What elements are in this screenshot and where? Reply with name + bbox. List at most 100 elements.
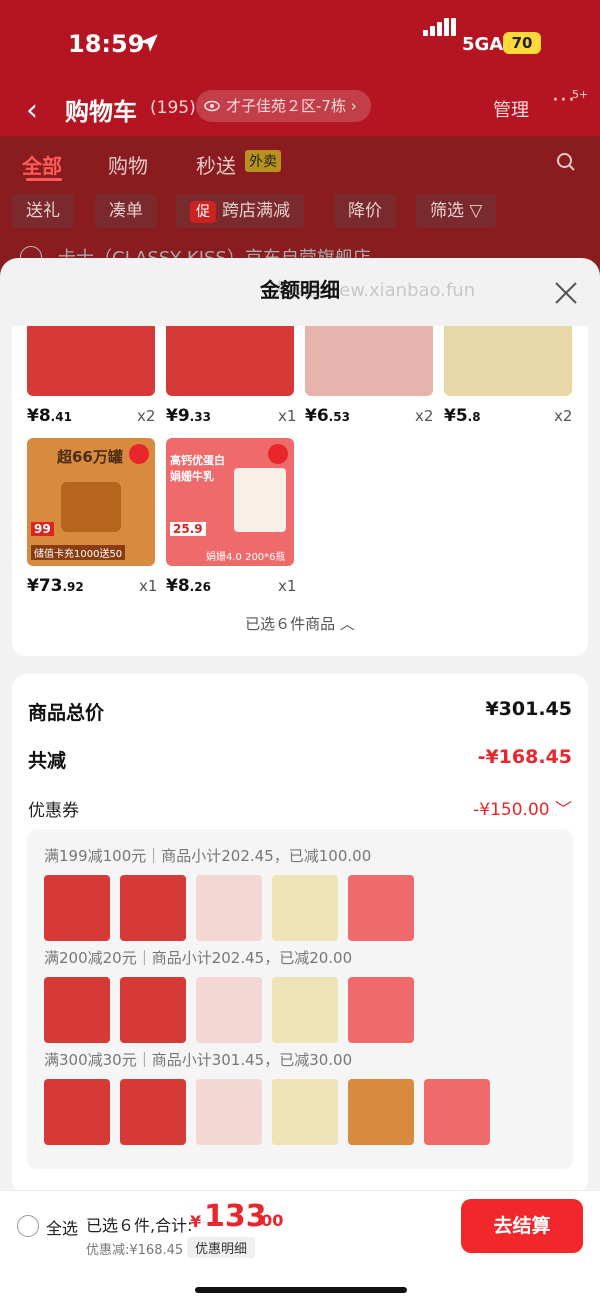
- manage-button[interactable]: 管理: [493, 96, 529, 122]
- checkout-button[interactable]: 去结算: [461, 1199, 583, 1253]
- item-price: ¥8.26: [166, 576, 211, 596]
- coupon-detail-box: 满199减100元｜商品小计202.45，已减100.00 满200减20元｜商…: [27, 829, 573, 1169]
- rule-product-thumbnail: [424, 1079, 490, 1145]
- product-headline: 高钙优蛋白 娟姗牛乳: [170, 454, 225, 483]
- item-quantity: x1: [278, 577, 297, 595]
- select-all-radio[interactable]: [17, 1215, 39, 1237]
- total-currency: ¥: [190, 1212, 202, 1231]
- rule-product-thumbnail: [44, 977, 110, 1043]
- rule-product-thumbnail: [44, 875, 110, 941]
- rule-product-thumbnail: [272, 875, 338, 941]
- message-badge: 5+: [572, 88, 589, 101]
- active-tab-indicator: [26, 178, 62, 181]
- rule-product-thumbnail: [348, 977, 414, 1043]
- rule-product-thumbnail: [348, 1079, 414, 1145]
- product-can-image: [61, 482, 121, 532]
- total-price-label: 商品总价: [28, 702, 105, 724]
- item-quantity: x2: [554, 407, 573, 425]
- rule-product-thumbnail: [348, 875, 414, 941]
- filter-gift[interactable]: 送礼: [12, 194, 74, 228]
- product-thumbnail[interactable]: [444, 326, 572, 396]
- rule-product-thumbnail: [120, 1079, 186, 1145]
- product-thumbnail[interactable]: [305, 326, 433, 396]
- product-thumbnail[interactable]: [166, 326, 294, 396]
- status-bar: 18:59 5GA 70: [0, 0, 600, 88]
- page-title: 购物车: [65, 98, 137, 126]
- total-price-value: ¥301.45: [485, 698, 572, 720]
- product-thumbnail[interactable]: [27, 326, 155, 396]
- selected-items-card: ¥8.41 x2 ¥9.33 x1 ¥6.53 x2 ¥5.8 x2 超66万罐…: [12, 326, 588, 656]
- filter-bundle[interactable]: 凑单: [95, 194, 157, 228]
- discount-summary: 优惠减:¥168.45: [86, 1243, 184, 1258]
- rule-product-thumbnail: [196, 977, 262, 1043]
- chevron-right-icon: ›: [350, 97, 357, 115]
- price-summary-card: 商品总价 ¥301.45 共减 -¥168.45 优惠券 -¥150.00 ﹀ …: [12, 674, 588, 1194]
- selected-items-toggle[interactable]: 已选６件商品 ︿: [12, 613, 588, 634]
- selected-check-icon[interactable]: [129, 444, 149, 464]
- location-arrow-icon: [140, 34, 158, 52]
- chevron-down-icon: ﹀: [549, 800, 572, 820]
- item-price: ¥5.8: [444, 406, 481, 426]
- select-all-label[interactable]: 全选: [46, 1215, 78, 1239]
- total-discount-value: -¥168.45: [477, 746, 572, 768]
- filter-price-drop[interactable]: 降价: [334, 194, 396, 228]
- network-type: 5GA: [462, 34, 504, 55]
- product-thumbnail[interactable]: 超66万罐 储值卡充1000送50 99: [27, 438, 155, 566]
- coupon-rule: 满199减100元｜商品小计202.45，已减100.00: [44, 847, 372, 865]
- filter-cross-store-label: 跨店满减: [222, 201, 290, 221]
- tab-shopping[interactable]: 购物: [108, 150, 148, 179]
- total-amount-decimal: .00: [255, 1211, 284, 1230]
- filter-screen-label: 筛选: [430, 201, 464, 221]
- coupon-label: 优惠券: [28, 801, 79, 821]
- product-headline: 超66万罐: [57, 448, 123, 466]
- address-text: 才子佳苑２区-7栋: [226, 97, 346, 115]
- sheet-title: 金额明细: [260, 278, 340, 302]
- home-indicator: [195, 1287, 407, 1293]
- item-quantity: x2: [137, 407, 156, 425]
- rule-product-thumbnail: [272, 1079, 338, 1145]
- selected-summary: 已选６件,合计:: [86, 1216, 193, 1235]
- checkout-bar: 全选 已选６件,合计: ¥ 133 .00 优惠减:¥168.45 优惠明细 去…: [0, 1190, 600, 1304]
- item-quantity: x2: [415, 407, 434, 425]
- item-price: ¥6.53: [305, 406, 350, 426]
- search-icon[interactable]: [556, 152, 576, 172]
- rule-product-thumbnail: [196, 875, 262, 941]
- selected-items-count: 已选６件商品: [245, 615, 336, 633]
- product-bottle-image: [234, 468, 286, 532]
- product-promo: 娟姗4.0 200*6瓶: [206, 552, 286, 563]
- item-price: ¥73.92: [27, 576, 84, 596]
- coupon-rule: 满300减30元｜商品小计301.45，已减30.00: [44, 1051, 353, 1069]
- status-time: 18:59: [68, 30, 145, 58]
- rule-product-thumbnail: [272, 977, 338, 1043]
- takeout-badge: 外卖: [245, 150, 281, 172]
- item-quantity: x1: [139, 577, 158, 595]
- discount-detail-button[interactable]: 优惠明细: [187, 1237, 256, 1258]
- eye-icon: [204, 100, 220, 112]
- rule-product-thumbnail: [44, 1079, 110, 1145]
- address-selector[interactable]: 才子佳苑２区-7栋 ›: [196, 90, 371, 122]
- battery-level: 70: [503, 32, 541, 54]
- item-quantity: x1: [278, 407, 297, 425]
- chevron-up-icon: ︿: [339, 615, 355, 633]
- total-discount-label: 共减: [28, 750, 67, 772]
- close-icon[interactable]: [553, 280, 579, 306]
- filter-screen[interactable]: 筛选 ▽: [416, 194, 497, 228]
- rule-product-thumbnail: [120, 977, 186, 1043]
- product-promo: 储值卡充1000送50: [31, 545, 126, 560]
- cart-count: (195): [150, 98, 196, 118]
- amount-detail-sheet: 线报酷 new.xianbao.fun 金额明细 ¥8.41 x2 ¥9.33 …: [0, 258, 600, 1303]
- filter-cross-store[interactable]: 促跨店满减: [176, 194, 304, 228]
- tab-all[interactable]: 全部: [22, 150, 62, 179]
- product-price-tag: 99: [31, 522, 54, 536]
- selected-check-icon[interactable]: [268, 444, 288, 464]
- rule-product-thumbnail: [120, 875, 186, 941]
- promo-badge: 促: [190, 201, 216, 223]
- coupon-rule: 满200减20元｜商品小计202.45，已减20.00: [44, 949, 353, 967]
- item-price: ¥8.41: [27, 406, 72, 426]
- coupon-value[interactable]: -¥150.00 ﹀: [473, 795, 572, 820]
- funnel-icon: ▽: [469, 201, 483, 221]
- back-icon[interactable]: ‹: [26, 93, 38, 128]
- product-thumbnail[interactable]: 高钙优蛋白 娟姗牛乳 25.9 娟姗4.0 200*6瓶: [166, 438, 294, 566]
- item-price: ¥9.33: [166, 406, 211, 426]
- tab-instant[interactable]: 秒送: [196, 150, 236, 179]
